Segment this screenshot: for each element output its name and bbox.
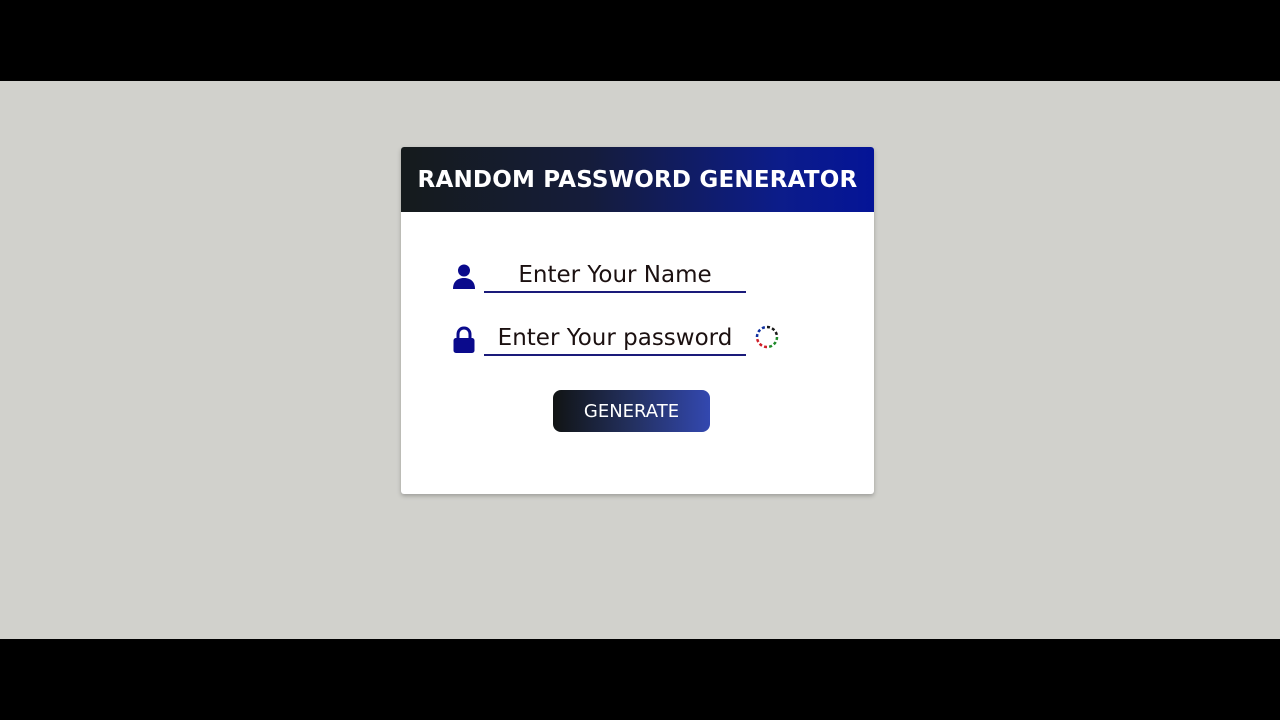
generate-button[interactable]: GENERATE [553, 390, 710, 432]
lock-icon [451, 326, 477, 354]
letterbox-top [0, 0, 1280, 81]
password-input[interactable] [484, 322, 746, 356]
user-icon [451, 263, 477, 291]
card-title: RANDOM PASSWORD GENERATOR [417, 166, 858, 193]
card-header: RANDOM PASSWORD GENERATOR [401, 147, 874, 212]
name-input[interactable] [484, 259, 746, 293]
letterbox-bottom [0, 639, 1280, 720]
name-field-row [451, 259, 791, 299]
password-generator-card: RANDOM PASSWORD GENERATOR Enter Your Nam… [401, 147, 874, 494]
loading-spinner-icon [755, 325, 779, 349]
password-field-row [451, 322, 791, 362]
page-viewport: RANDOM PASSWORD GENERATOR Enter Your Nam… [0, 81, 1280, 639]
